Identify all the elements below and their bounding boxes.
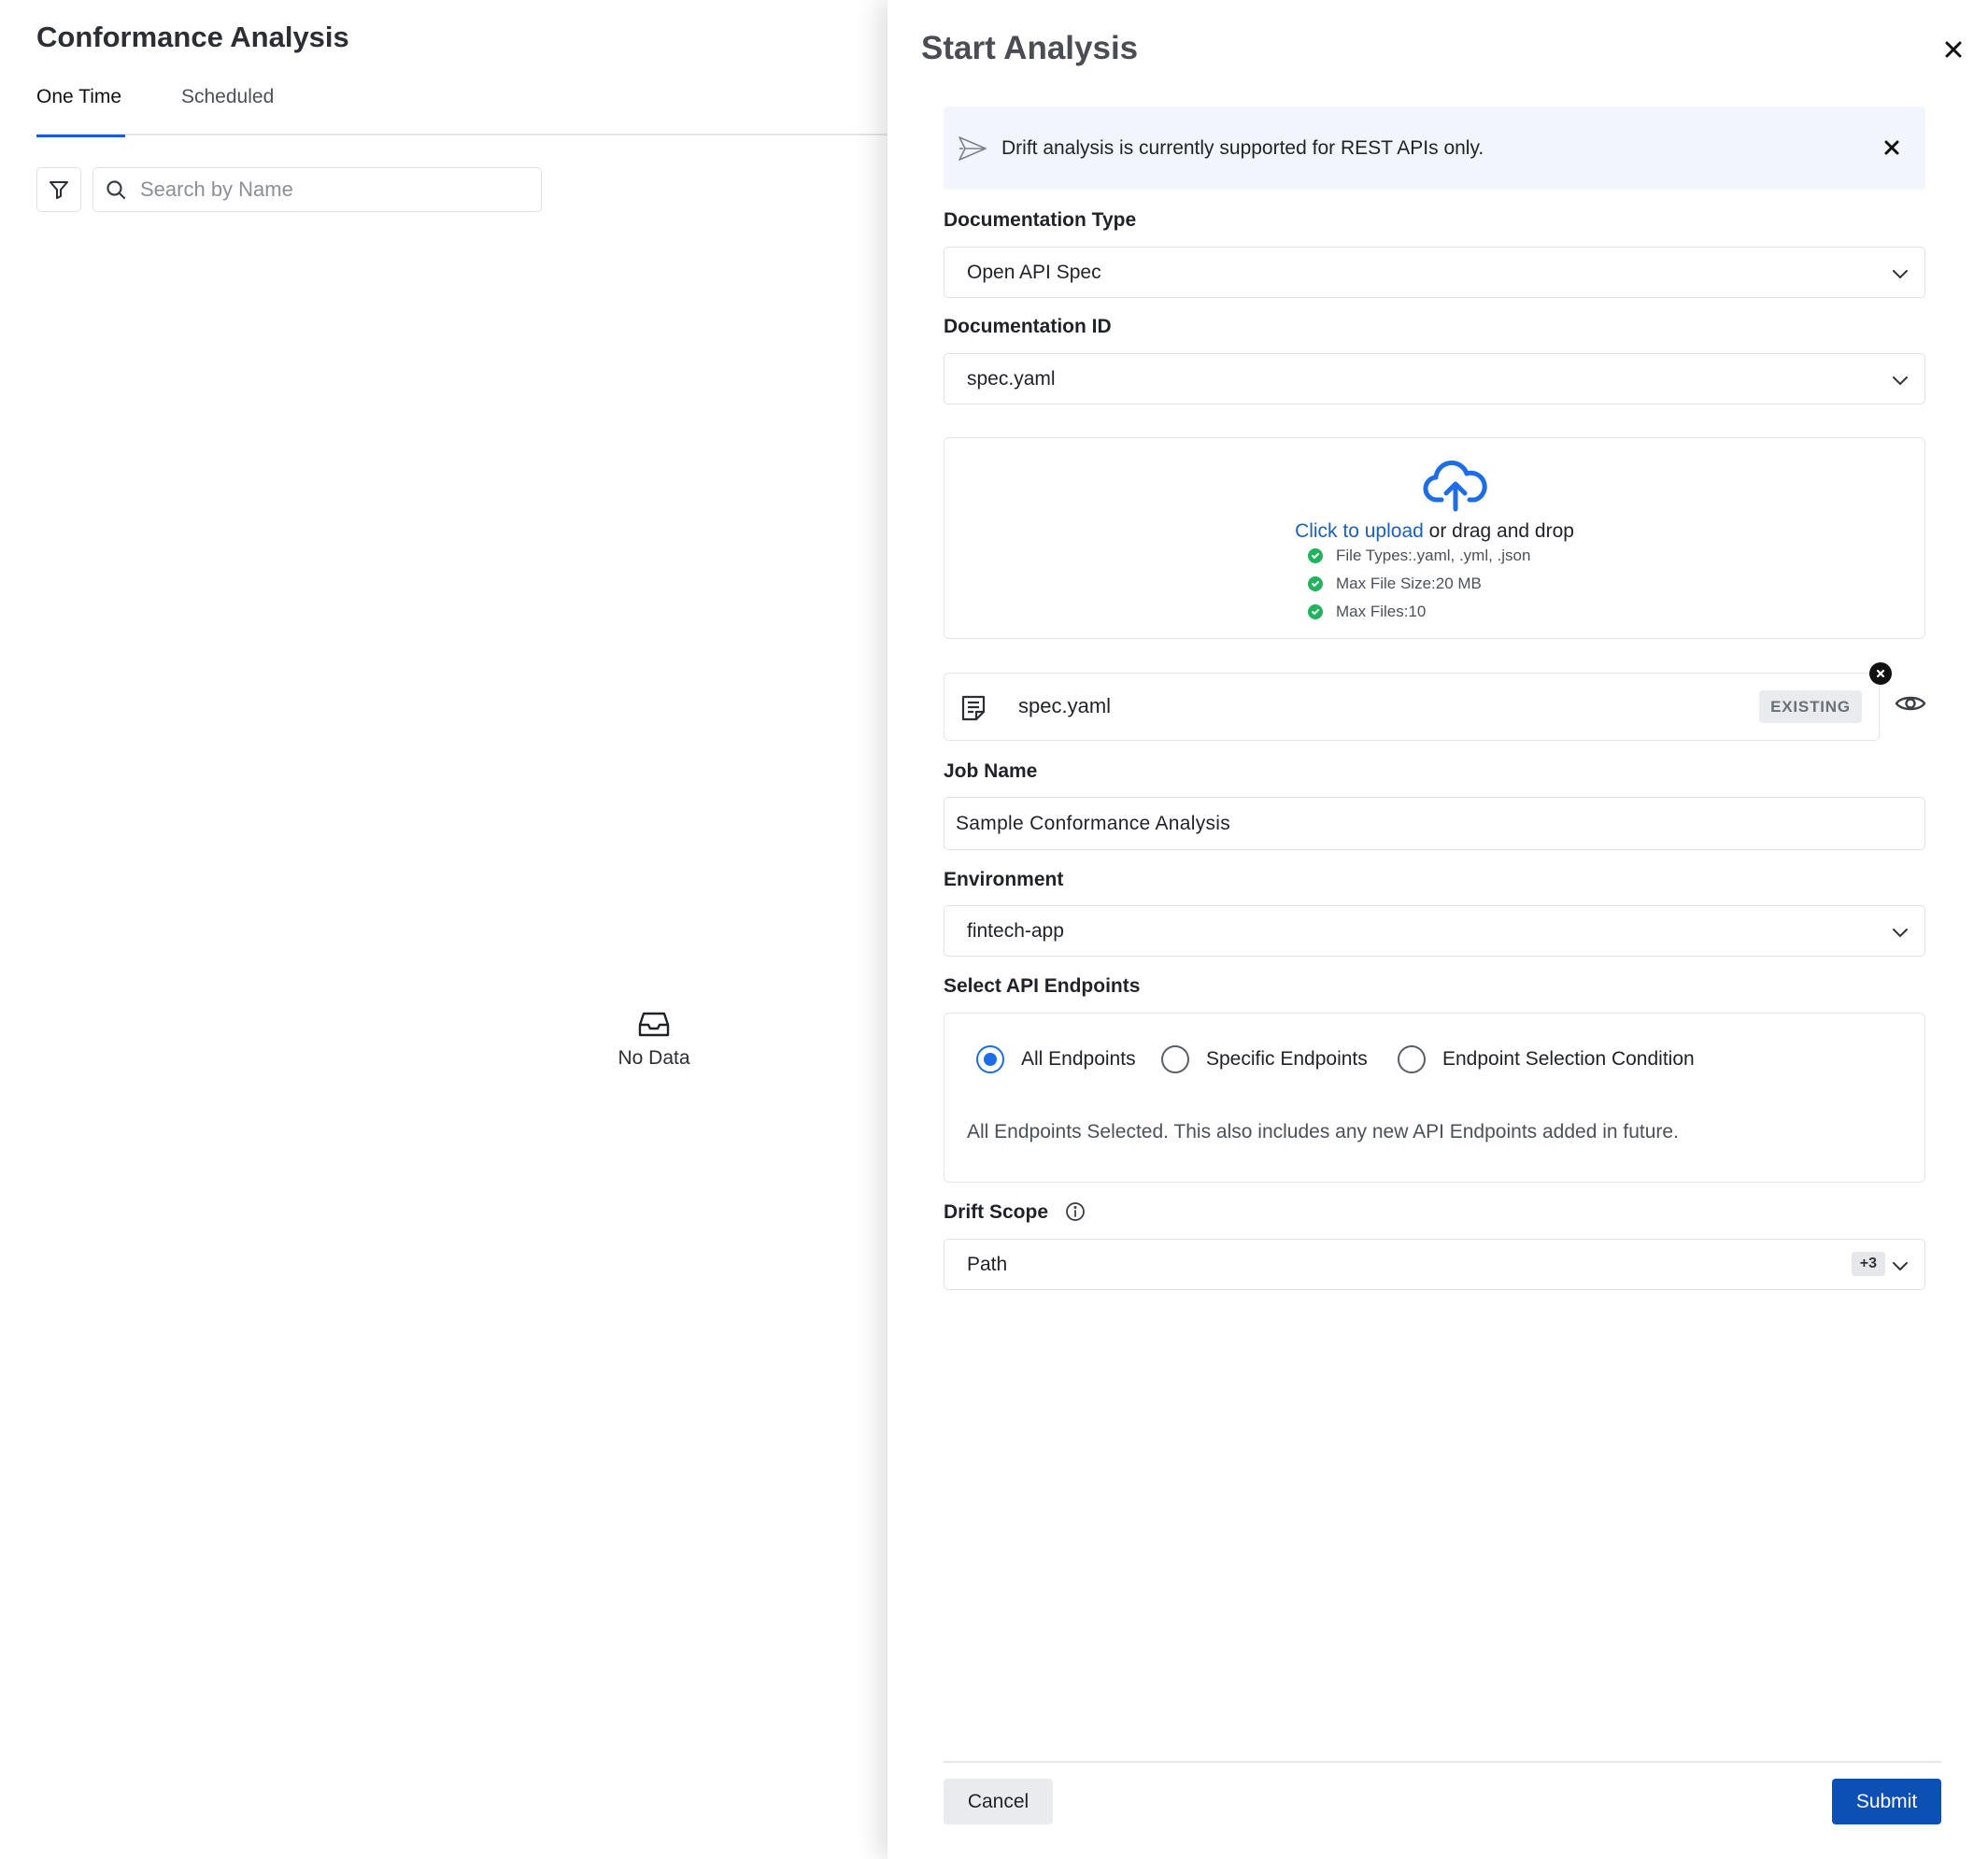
job-name-input[interactable]	[944, 797, 1925, 850]
drift-icon	[957, 133, 988, 164]
documentation-type-label: Documentation Type	[944, 209, 1137, 231]
radio-all-endpoints[interactable]: All Endpoints	[976, 1045, 1136, 1073]
api-endpoints-box: All Endpoints Specific Endpoints Endpoin…	[944, 1013, 1925, 1183]
close-icon	[1884, 140, 1899, 155]
upload-rest-text: or drag and drop	[1423, 520, 1574, 542]
empty-state-label: No Data	[618, 1047, 690, 1069]
page-title: Conformance Analysis	[36, 21, 349, 53]
requirement-value: 20 MB	[1435, 575, 1482, 592]
radio-dot	[1161, 1045, 1189, 1073]
chevron-down-icon	[1893, 376, 1908, 386]
filter-icon	[50, 181, 68, 199]
documentation-id-label: Documentation ID	[944, 316, 1112, 337]
job-name-label: Job Name	[944, 760, 1038, 782]
start-analysis-drawer: Start Analysis Drift analysis is current…	[888, 0, 1988, 1859]
api-endpoints-label: Select API Endpoints	[944, 975, 1141, 997]
chevron-down-icon	[1893, 1262, 1908, 1271]
radio-dot	[976, 1045, 1004, 1073]
filter-button[interactable]	[36, 167, 81, 212]
radio-label: Endpoint Selection Condition	[1442, 1048, 1695, 1070]
documentation-type-value: Open API Spec	[967, 261, 1101, 283]
documentation-id-value: spec.yaml	[967, 367, 1056, 390]
check-icon	[1308, 576, 1323, 591]
chevron-down-icon	[1893, 270, 1908, 279]
upload-instructions: Click to upload or drag and drop	[944, 520, 1924, 543]
drawer-close-button[interactable]	[1939, 35, 1967, 64]
remove-icon	[1876, 669, 1885, 678]
environment-label: Environment	[944, 869, 1064, 890]
upload-dropzone[interactable]: Click to upload or drag and drop File Ty…	[944, 437, 1925, 639]
drawer-title: Start Analysis	[921, 30, 1139, 66]
documentation-type-select[interactable]: Open API Spec	[944, 247, 1925, 298]
documentation-id-select[interactable]: spec.yaml	[944, 353, 1925, 404]
check-icon	[1308, 548, 1323, 563]
search-input[interactable]	[138, 177, 512, 203]
endpoints-note: All Endpoints Selected. This also includ…	[967, 1121, 1679, 1142]
radio-endpoint-selection-condition[interactable]: Endpoint Selection Condition	[1398, 1045, 1695, 1073]
search-icon	[106, 180, 126, 200]
requirement-key: Max File Size:	[1336, 575, 1436, 592]
extra-count-badge: +3	[1851, 1252, 1885, 1276]
requirement-key: Max Files:	[1336, 603, 1409, 620]
radio-specific-endpoints[interactable]: Specific Endpoints	[1161, 1045, 1368, 1073]
tab-scheduled[interactable]: Scheduled	[181, 86, 274, 135]
tab-one-time[interactable]: One Time	[36, 86, 125, 137]
requirement-value: .yaml, .yml, .json	[1412, 546, 1531, 564]
requirement-value: 10	[1408, 603, 1427, 620]
existing-badge: EXISTING	[1759, 690, 1862, 723]
inbox-icon	[638, 1012, 670, 1037]
remove-file-button[interactable]	[1869, 662, 1892, 685]
drift-scope-value: Path	[967, 1253, 1008, 1275]
submit-button[interactable]: Submit	[1832, 1779, 1941, 1824]
radio-label: All Endpoints	[1021, 1048, 1136, 1070]
requirement-max-files: Max Files: 10	[1308, 603, 1426, 621]
eye-icon[interactable]	[1895, 692, 1926, 715]
drift-scope-label: Drift Scope	[944, 1201, 1049, 1223]
cancel-button[interactable]: Cancel	[944, 1779, 1053, 1824]
drift-scope-select[interactable]: Path +3	[944, 1239, 1925, 1290]
requirement-max-size: Max File Size: 20 MB	[1308, 575, 1482, 593]
close-icon	[1945, 41, 1962, 58]
requirement-key: File Types:	[1336, 546, 1413, 564]
conformance-page: Conformance Analysis One Time Scheduled …	[0, 0, 888, 1859]
radio-label: Specific Endpoints	[1206, 1048, 1368, 1070]
banner-close-button[interactable]	[1879, 135, 1905, 161]
chevron-down-icon	[1893, 929, 1908, 938]
footer-divider	[944, 1761, 1941, 1763]
environment-select[interactable]: fintech-app	[944, 905, 1925, 957]
file-name: spec.yaml	[1018, 694, 1112, 717]
environment-value: fintech-app	[967, 919, 1064, 942]
requirement-file-types: File Types: .yaml, .yml, .json	[1308, 546, 1530, 565]
drift-scope-label-row: Drift Scope	[944, 1201, 1086, 1224]
info-banner: Drift analysis is currently supported fo…	[944, 106, 1925, 190]
tab-bar: One Time Scheduled	[36, 80, 888, 137]
click-to-upload-link[interactable]: Click to upload	[1295, 520, 1424, 542]
document-icon	[961, 695, 986, 721]
info-icon[interactable]	[1065, 1201, 1086, 1222]
cloud-upload-icon[interactable]	[1423, 461, 1488, 513]
banner-text: Drift analysis is currently supported fo…	[1001, 136, 1484, 159]
empty-state: No Data	[561, 1011, 747, 1070]
search-box	[92, 167, 542, 212]
radio-dot	[1398, 1045, 1426, 1073]
uploaded-file-row: spec.yaml EXISTING	[944, 673, 1880, 741]
check-icon	[1308, 604, 1323, 619]
